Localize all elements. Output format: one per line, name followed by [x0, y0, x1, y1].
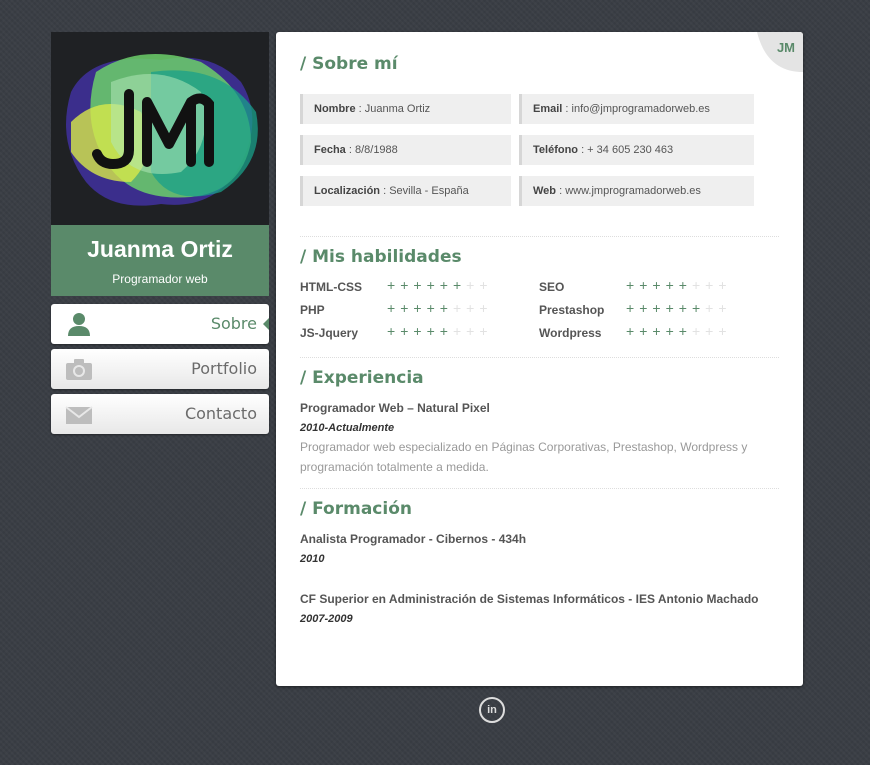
- skill-plus-icon: +: [639, 300, 653, 316]
- linkedin-icon[interactable]: in: [479, 697, 505, 723]
- skill-plus-icon: +: [705, 277, 719, 293]
- skill-plus-icon: +: [400, 300, 414, 316]
- nav-menu: Sobre Portfolio Contacto: [51, 304, 269, 434]
- skill-rating: ++++++++: [387, 277, 493, 293]
- camera-icon: [65, 357, 93, 381]
- job-description: Programador web especializado en Páginas…: [300, 440, 748, 474]
- name-box: Juanma Ortiz Programador web: [51, 225, 269, 296]
- skill-plus-icon: +: [452, 277, 467, 293]
- skill-name: HTML-CSS: [300, 280, 362, 294]
- skill-plus-icon: +: [400, 277, 414, 293]
- skill-plus-icon: +: [452, 300, 467, 316]
- skill-plus-icon: +: [691, 300, 706, 316]
- field-web: Web : www.jmprogramadorweb.es: [519, 176, 754, 206]
- skill-plus-icon: +: [439, 277, 453, 293]
- field-telefono: Teléfono : + 34 605 230 463: [519, 135, 754, 165]
- skill-plus-icon: +: [400, 323, 414, 339]
- divider: [300, 236, 779, 237]
- skill-plus-icon: +: [718, 300, 732, 316]
- skill-plus-icon: +: [466, 277, 480, 293]
- about-title: / Sobre mí: [300, 54, 398, 74]
- skill-plus-icon: +: [665, 277, 679, 293]
- skill-name: Prestashop: [539, 303, 605, 317]
- skill-name: Wordpress: [539, 326, 602, 340]
- experience-title: / Experiencia: [300, 368, 424, 388]
- field-localizacion: Localización : Sevilla - España: [300, 176, 511, 206]
- skill-plus-icon: +: [413, 323, 427, 339]
- job-title: Programador Web – Natural Pixel: [300, 401, 490, 415]
- skill-rating: ++++++++: [626, 277, 732, 293]
- skill-plus-icon: +: [387, 323, 401, 339]
- skill-plus-icon: +: [665, 300, 679, 316]
- job-date: 2010-Actualmente: [300, 422, 395, 434]
- education-date: 2007-2009: [300, 613, 353, 625]
- skill-name: SEO: [539, 280, 565, 294]
- skill-plus-icon: +: [479, 300, 493, 316]
- nav-label: Contacto: [184, 404, 257, 423]
- education-title-item: Analista Programador - Cibernos - 434h: [300, 532, 527, 546]
- skill-plus-icon: +: [466, 323, 480, 339]
- education-date: 2010: [300, 553, 325, 565]
- profile-name: Juanma Ortiz: [87, 236, 233, 262]
- nav-label: Portfolio: [191, 359, 257, 378]
- skill-plus-icon: +: [426, 323, 440, 339]
- profile-image: [51, 32, 269, 225]
- skill-plus-icon: +: [691, 277, 706, 293]
- skill-plus-icon: +: [466, 300, 480, 316]
- skill-plus-icon: +: [678, 300, 692, 316]
- nav-item-portfolio[interactable]: Portfolio: [51, 349, 269, 389]
- corner-logo: JM: [776, 40, 795, 55]
- user-icon: [65, 312, 93, 336]
- skill-plus-icon: +: [413, 277, 427, 293]
- profile-role: Programador web: [112, 272, 208, 286]
- skill-name: JS-Jquery: [300, 326, 359, 340]
- main-panel: JM / Sobre mí Nombre : Juanma Ortiz Emai…: [276, 32, 803, 686]
- skill-plus-icon: +: [439, 323, 453, 339]
- skill-plus-icon: +: [439, 300, 453, 316]
- nav-item-sobre[interactable]: Sobre: [51, 304, 269, 344]
- skill-plus-icon: +: [479, 277, 493, 293]
- skill-plus-icon: +: [626, 323, 640, 339]
- skill-plus-icon: +: [665, 323, 679, 339]
- skills-title: / Mis habilidades: [300, 247, 462, 267]
- divider: [300, 488, 779, 489]
- mail-icon: [65, 402, 93, 426]
- skill-plus-icon: +: [678, 323, 692, 339]
- jm-logo: [66, 54, 258, 206]
- skill-plus-icon: +: [626, 277, 640, 293]
- skill-rating: ++++++++: [387, 323, 493, 339]
- skill-plus-icon: +: [426, 277, 440, 293]
- education-title: / Formación: [300, 499, 412, 519]
- skill-plus-icon: +: [652, 300, 666, 316]
- skill-plus-icon: +: [705, 300, 719, 316]
- skill-plus-icon: +: [652, 277, 666, 293]
- skill-plus-icon: +: [387, 277, 401, 293]
- skill-plus-icon: +: [652, 323, 666, 339]
- skill-plus-icon: +: [387, 300, 401, 316]
- skill-plus-icon: +: [705, 323, 719, 339]
- nav-item-contacto[interactable]: Contacto: [51, 394, 269, 434]
- skill-name: PHP: [300, 303, 325, 317]
- skill-rating: ++++++++: [626, 300, 732, 316]
- nav-label: Sobre: [210, 314, 257, 333]
- skill-rating: ++++++++: [387, 300, 493, 316]
- skill-plus-icon: +: [426, 300, 440, 316]
- skill-plus-icon: +: [479, 323, 493, 339]
- skill-plus-icon: +: [718, 277, 732, 293]
- skill-plus-icon: +: [639, 323, 653, 339]
- field-nombre: Nombre : Juanma Ortiz: [300, 94, 511, 124]
- skill-plus-icon: +: [639, 277, 653, 293]
- skill-plus-icon: +: [626, 300, 640, 316]
- skill-rating: ++++++++: [626, 323, 732, 339]
- field-fecha: Fecha : 8/8/1988: [300, 135, 511, 165]
- divider: [300, 357, 779, 358]
- sidebar: Juanma Ortiz Programador web Sobre Portf…: [51, 32, 269, 439]
- education-title-item: CF Superior en Administración de Sistema…: [300, 592, 759, 606]
- skill-plus-icon: +: [718, 323, 732, 339]
- skill-plus-icon: +: [413, 300, 427, 316]
- skill-plus-icon: +: [691, 323, 706, 339]
- field-email: Email : info@jmprogramadorweb.es: [519, 94, 754, 124]
- skill-plus-icon: +: [452, 323, 467, 339]
- skill-plus-icon: +: [678, 277, 692, 293]
